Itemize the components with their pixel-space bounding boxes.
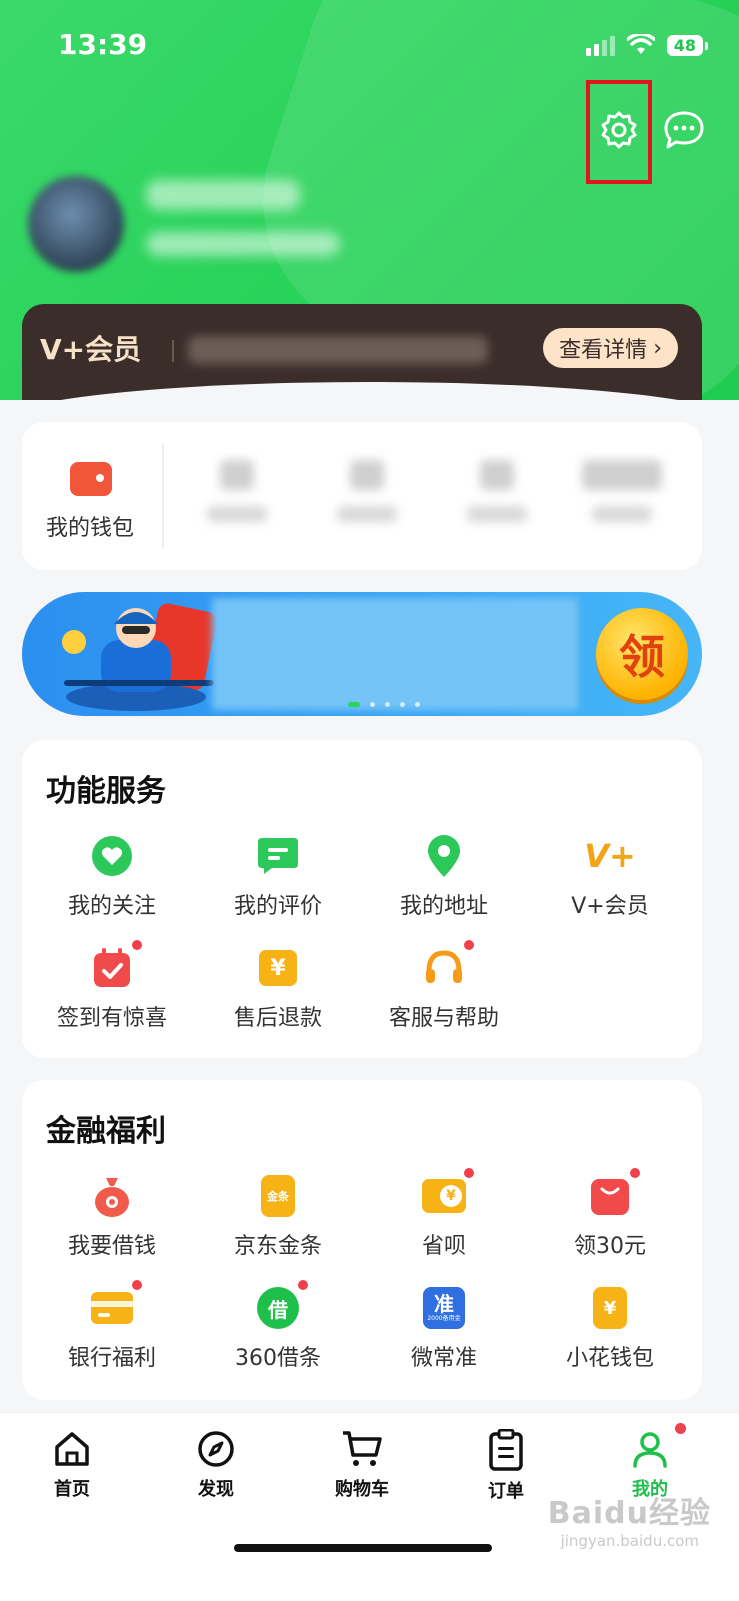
borrow-icon: 借 <box>257 1287 299 1329</box>
service-my-follows[interactable]: 我的关注 <box>27 834 197 920</box>
view-details-button[interactable]: 查看详情 › <box>543 328 678 368</box>
username-redacted <box>146 180 300 210</box>
status-indicators: 48 <box>585 34 709 56</box>
notification-dot <box>630 1168 640 1178</box>
banner-content-redacted <box>212 598 578 710</box>
carousel-indicator <box>348 702 420 707</box>
wallet-icon <box>70 462 112 496</box>
settings-button[interactable] <box>595 106 643 154</box>
weichangzhun-icon: 准 2000备用金 <box>423 1287 465 1329</box>
notification-dot <box>132 940 142 950</box>
vip-logo: V+会员 <box>40 333 142 366</box>
wifi-icon <box>626 34 655 54</box>
heart-icon <box>92 836 132 876</box>
service-checkin[interactable]: 签到有惊喜 <box>27 940 197 1032</box>
tab-orders[interactable]: 订单 <box>456 1428 556 1503</box>
finance-borrow[interactable]: 我要借钱 <box>27 1174 197 1260</box>
bank-card-icon <box>91 1292 133 1324</box>
user-info-redacted <box>146 232 340 256</box>
battery-indicator: 48 <box>666 34 709 56</box>
location-pin-icon <box>428 835 460 877</box>
wallet-stat-redacted[interactable] <box>192 460 282 530</box>
order-list-icon <box>489 1428 523 1471</box>
wallet-stat-redacted[interactable] <box>577 460 667 530</box>
notification-dot <box>464 940 474 950</box>
finance-title: 金融福利 <box>46 1114 166 1149</box>
courier-scooter-illustration <box>62 603 216 711</box>
vplus-icon: V+ <box>584 837 636 875</box>
status-time: 13:39 <box>58 28 148 61</box>
vip-benefit-redacted <box>188 336 488 364</box>
tab-cart[interactable]: 购物车 <box>312 1429 412 1501</box>
finance-bank-benefits[interactable]: 银行福利 <box>27 1280 197 1372</box>
calendar-check-icon <box>94 948 130 987</box>
finance-360-jietiao[interactable]: 借 360借条 <box>193 1280 363 1372</box>
compass-icon <box>198 1431 234 1467</box>
notification-dot <box>298 1280 308 1290</box>
finance-jd-jintiao[interactable]: 金条 京东金条 <box>193 1174 363 1260</box>
wallet-divider <box>162 444 172 548</box>
finance-card: 金融福利 我要借钱 金条 京东金条 ¥ 省呗 领30元 银行福利 借 360借条… <box>22 1080 702 1400</box>
headset-icon <box>426 950 462 983</box>
home-icon <box>55 1432 89 1466</box>
services-card: 功能服务 我的关注 我的评价 我的地址 V+ V+会员 签到有惊喜 ¥ 售后退款… <box>22 740 702 1058</box>
service-support[interactable]: 客服与帮助 <box>359 940 529 1032</box>
flower-wallet-icon: ¥ <box>593 1287 627 1329</box>
promo-banner[interactable]: 领 <box>22 592 702 716</box>
service-refund[interactable]: ¥ 售后退款 <box>193 946 363 1032</box>
vip-divider <box>172 340 174 362</box>
tab-home[interactable]: 首页 <box>22 1429 122 1501</box>
service-my-reviews[interactable]: 我的评价 <box>193 834 363 920</box>
view-details-label: 查看详情 <box>559 338 648 363</box>
wallet-card: 我的钱包 <box>22 422 702 570</box>
profile-icon <box>633 1432 667 1468</box>
finance-weichangzhun[interactable]: 准 2000备用金 微常准 <box>359 1286 529 1372</box>
service-vplus[interactable]: V+ V+会员 <box>525 834 695 920</box>
comment-icon <box>258 838 298 874</box>
wallet-stat-redacted[interactable] <box>322 460 412 530</box>
finance-get-30[interactable]: 领30元 <box>525 1168 695 1260</box>
baidu-watermark-url: jingyan.baidu.com <box>560 1532 699 1550</box>
gear-icon <box>601 111 637 149</box>
message-button[interactable] <box>660 106 708 154</box>
finance-shengbei[interactable]: ¥ 省呗 <box>359 1168 529 1260</box>
home-indicator[interactable] <box>234 1544 492 1552</box>
service-my-address[interactable]: 我的地址 <box>359 834 529 920</box>
tab-discover[interactable]: 发现 <box>166 1429 266 1501</box>
gift-bag-icon <box>591 1179 629 1215</box>
cellular-signal-icon <box>585 34 615 56</box>
notification-dot <box>464 1168 474 1178</box>
wallet-coin-icon: ¥ <box>422 1179 466 1213</box>
notification-dot <box>675 1423 686 1434</box>
refund-icon: ¥ <box>259 950 297 986</box>
baidu-watermark: Baidu经验 <box>547 1496 711 1531</box>
services-title: 功能服务 <box>46 774 166 809</box>
cart-icon <box>343 1431 382 1466</box>
finance-xiaohua-wallet[interactable]: ¥ 小花钱包 <box>525 1286 695 1372</box>
notification-dot <box>132 1280 142 1290</box>
gold-bar-icon: 金条 <box>261 1175 295 1217</box>
avatar[interactable] <box>28 176 124 272</box>
wallet-stat-redacted[interactable] <box>452 460 542 530</box>
chevron-right-icon: › <box>653 335 662 361</box>
money-bag-icon <box>95 1178 129 1217</box>
chat-bubble-icon <box>664 111 704 149</box>
claim-button[interactable]: 领 <box>596 608 688 700</box>
wallet-label: 我的钱包 <box>46 516 135 541</box>
